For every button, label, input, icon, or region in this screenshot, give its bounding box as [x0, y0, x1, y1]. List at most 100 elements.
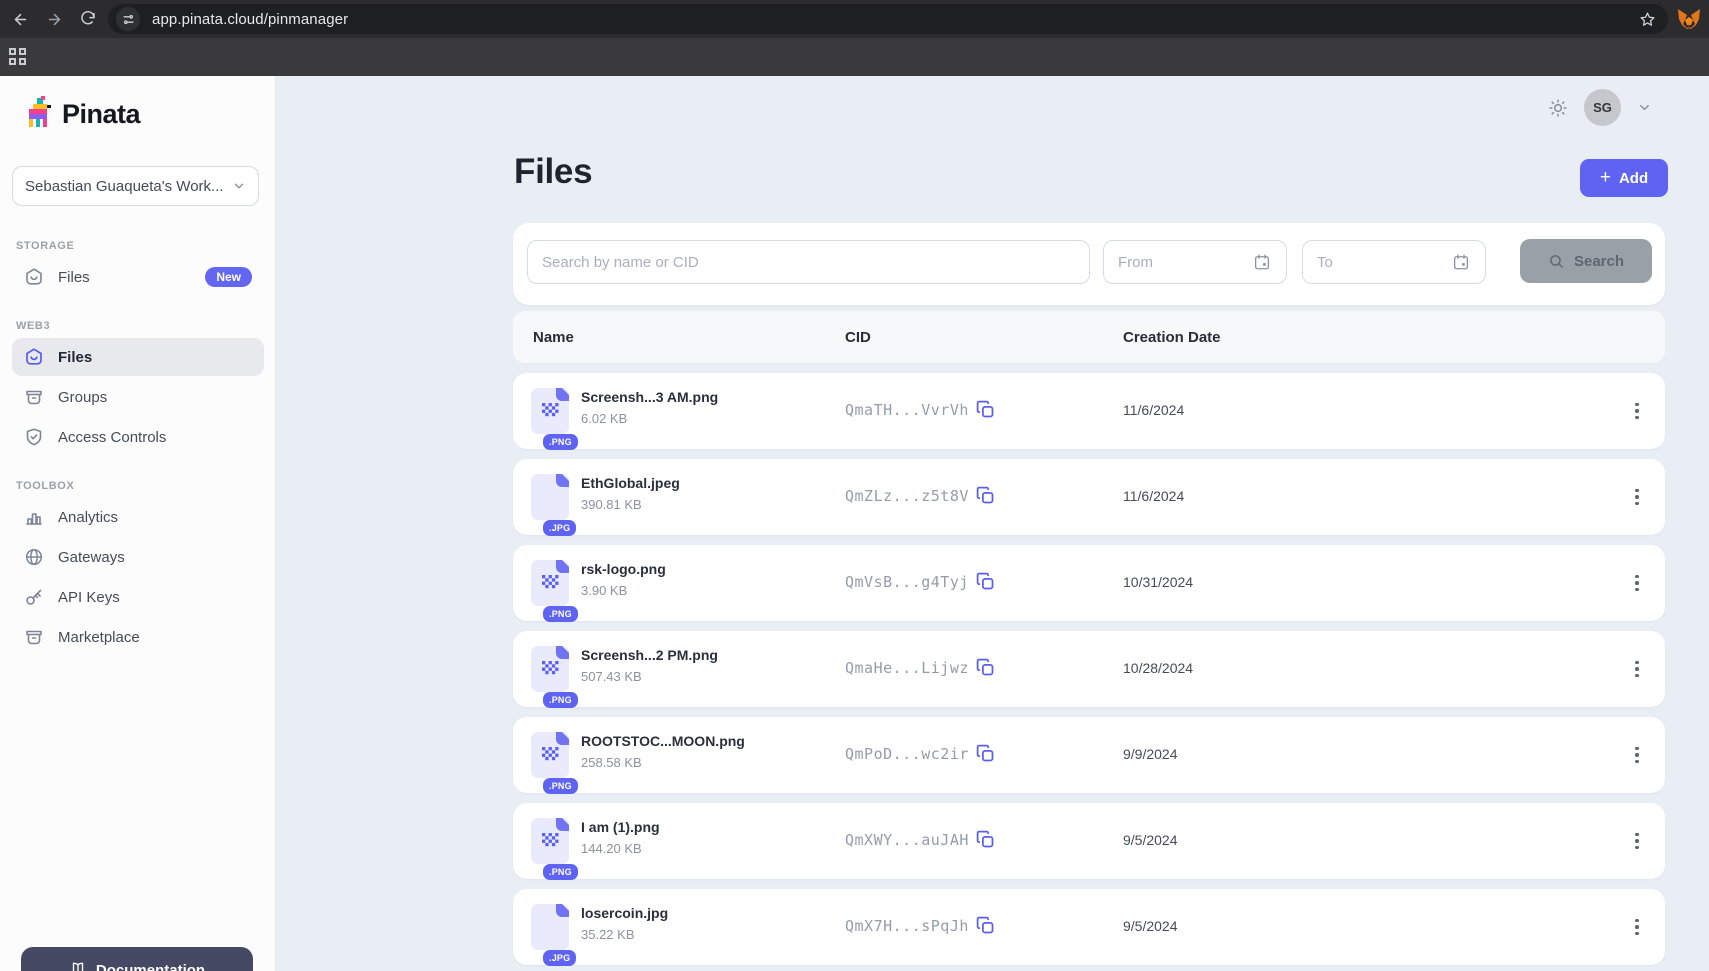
- copy-cid-icon[interactable]: [975, 743, 996, 764]
- file-type-icon: .PNG: [531, 388, 569, 434]
- files-pin-icon: [24, 347, 44, 367]
- kebab-menu-icon[interactable]: [1623, 655, 1651, 683]
- file-type-icon: .JPG: [531, 474, 569, 520]
- kebab-menu-icon[interactable]: [1623, 741, 1651, 769]
- copy-cid-icon[interactable]: [975, 399, 996, 420]
- file-ext-badge: .PNG: [543, 778, 578, 794]
- table-row[interactable]: .PNG I am (1).png 144.20 KB QmXWY...auJA…: [513, 803, 1665, 879]
- magnifier-icon: [1548, 253, 1565, 270]
- url-bar[interactable]: app.pinata.cloud/pinmanager: [108, 4, 1668, 34]
- section-web3-label: WEB3: [16, 320, 276, 332]
- theme-toggle-sun-icon[interactable]: [1548, 98, 1568, 118]
- sidebar-item-label: Files: [58, 269, 90, 286]
- file-type-icon: .PNG: [531, 646, 569, 692]
- file-meta: ROOTSTOC...MOON.png 258.58 KB: [581, 733, 745, 770]
- section-storage-label: STORAGE: [16, 240, 276, 252]
- top-controls: SG: [1548, 89, 1652, 126]
- kebab-menu-icon[interactable]: [1623, 483, 1651, 511]
- apps-grid-icon[interactable]: [9, 48, 27, 66]
- sidebar-item-label: Access Controls: [58, 429, 166, 446]
- documentation-button[interactable]: Documentation: [21, 947, 253, 971]
- column-name: Name: [533, 329, 574, 346]
- workspace-name: Sebastian Guaqueta's Work...: [25, 178, 232, 195]
- url-text: app.pinata.cloud/pinmanager: [152, 11, 348, 28]
- file-meta: rsk-logo.png 3.90 KB: [581, 561, 666, 598]
- sidebar-item-web3-files[interactable]: Files: [12, 338, 264, 376]
- add-button[interactable]: + Add: [1580, 159, 1668, 197]
- metamask-extension-icon[interactable]: [1677, 8, 1701, 30]
- sidebar-item-analytics[interactable]: Analytics: [12, 498, 264, 536]
- browser-toolbar: app.pinata.cloud/pinmanager: [0, 0, 1709, 38]
- copy-cid-icon[interactable]: [975, 915, 996, 936]
- search-input[interactable]: [527, 240, 1090, 284]
- kebab-menu-icon[interactable]: [1623, 397, 1651, 425]
- file-creation-date: 9/5/2024: [1123, 832, 1178, 848]
- documentation-label: Documentation: [96, 962, 205, 971]
- file-creation-date: 10/28/2024: [1123, 660, 1193, 676]
- key-icon: [24, 587, 44, 607]
- file-ext-badge: .JPG: [543, 520, 576, 536]
- shield-check-icon: [24, 427, 44, 447]
- kebab-menu-icon[interactable]: [1623, 913, 1651, 941]
- bin-icon: [24, 627, 44, 647]
- copy-cid-icon[interactable]: [975, 571, 996, 592]
- file-meta: I am (1).png 144.20 KB: [581, 819, 660, 856]
- workspace-selector[interactable]: Sebastian Guaqueta's Work...: [12, 166, 259, 206]
- file-list: .PNG Screensh...3 AM.png 6.02 KB QmaTH..…: [513, 373, 1665, 971]
- file-size: 258.58 KB: [581, 755, 745, 770]
- date-to-input[interactable]: [1302, 240, 1486, 284]
- table-row[interactable]: .JPG losercoin.jpg 35.22 KB QmX7H...sPqJ…: [513, 889, 1665, 965]
- chevron-down-icon: [232, 179, 246, 193]
- file-name: losercoin.jpg: [581, 905, 668, 921]
- filter-card: Search: [513, 223, 1665, 305]
- sidebar-item-access-controls[interactable]: Access Controls: [12, 418, 264, 456]
- file-size: 3.90 KB: [581, 583, 666, 598]
- sidebar-item-gateways[interactable]: Gateways: [12, 538, 264, 576]
- site-settings-icon[interactable]: [116, 7, 140, 31]
- table-row[interactable]: .PNG Screensh...2 PM.png 507.43 KB QmaHe…: [513, 631, 1665, 707]
- plus-icon: +: [1600, 168, 1611, 187]
- file-ext-badge: .JPG: [543, 950, 576, 966]
- pinata-logo[interactable]: Pinata: [24, 96, 140, 132]
- file-creation-date: 9/9/2024: [1123, 746, 1178, 762]
- main-content: SG Files + Add: [276, 76, 1709, 971]
- file-creation-date: 10/31/2024: [1123, 574, 1193, 590]
- kebab-menu-icon[interactable]: [1623, 569, 1651, 597]
- forward-icon[interactable]: [40, 5, 68, 33]
- table-row[interactable]: .PNG ROOTSTOC...MOON.png 258.58 KB QmPoD…: [513, 717, 1665, 793]
- sidebar-item-marketplace[interactable]: Marketplace: [12, 618, 264, 656]
- sidebar-item-api-keys[interactable]: API Keys: [12, 578, 264, 616]
- bookmark-star-icon[interactable]: [1639, 11, 1656, 28]
- file-cid: QmaTH...VvrVh: [845, 401, 969, 419]
- file-type-icon: .PNG: [531, 818, 569, 864]
- file-type-icon: .PNG: [531, 732, 569, 778]
- sidebar-item-storage-files[interactable]: Files New: [12, 258, 264, 296]
- column-creation-date: Creation Date: [1123, 329, 1221, 346]
- file-name: EthGlobal.jpeg: [581, 475, 680, 491]
- kebab-menu-icon[interactable]: [1623, 827, 1651, 855]
- globe-icon: [24, 547, 44, 567]
- file-ext-badge: .PNG: [543, 692, 578, 708]
- file-cid: QmaHe...Lijwz: [845, 659, 969, 677]
- copy-cid-icon[interactable]: [975, 829, 996, 850]
- profile-chevron-down-icon[interactable]: [1637, 100, 1652, 115]
- table-row[interactable]: .PNG rsk-logo.png 3.90 KB QmVsB...g4Tyj …: [513, 545, 1665, 621]
- table-row[interactable]: .PNG Screensh...3 AM.png 6.02 KB QmaTH..…: [513, 373, 1665, 449]
- copy-cid-icon[interactable]: [975, 485, 996, 506]
- date-from-input[interactable]: [1103, 240, 1287, 284]
- page-title: Files: [514, 152, 592, 192]
- section-toolbox-label: TOOLBOX: [16, 480, 276, 492]
- table-row[interactable]: .JPG EthGlobal.jpeg 390.81 KB QmZLz...z5…: [513, 459, 1665, 535]
- file-size: 507.43 KB: [581, 669, 718, 684]
- avatar[interactable]: SG: [1584, 89, 1621, 126]
- table-header: Name CID Creation Date: [513, 311, 1665, 363]
- copy-cid-icon[interactable]: [975, 657, 996, 678]
- reload-icon[interactable]: [74, 5, 102, 33]
- file-size: 6.02 KB: [581, 411, 718, 426]
- bar-chart-icon: [24, 507, 44, 527]
- back-icon[interactable]: [6, 5, 34, 33]
- search-button[interactable]: Search: [1520, 239, 1652, 283]
- sidebar-item-groups[interactable]: Groups: [12, 378, 264, 416]
- file-ext-badge: .PNG: [543, 606, 578, 622]
- sidebar-item-label: Gateways: [58, 549, 125, 566]
